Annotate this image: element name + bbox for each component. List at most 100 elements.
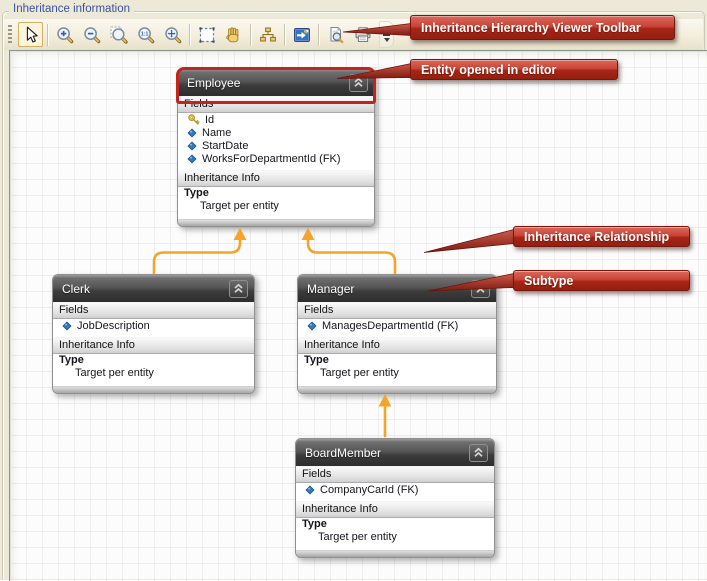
fields-section-header: Fields	[296, 466, 494, 483]
print-button[interactable]	[350, 22, 375, 47]
svg-text:1:1: 1:1	[140, 31, 148, 37]
collapse-chevrons-icon	[354, 77, 363, 87]
zoom-fit-icon	[164, 26, 181, 43]
inheritance-section-header: Inheritance Info	[298, 337, 496, 354]
fields-section-header: Fields	[53, 302, 254, 319]
entity-employee[interactable]: Employee Fields Id Name StartDate WorksF…	[176, 67, 376, 227]
field-name: CompanyCarId (FK)	[320, 483, 419, 496]
pan-hand-icon	[225, 26, 238, 42]
field-row: JobDescription	[53, 319, 254, 332]
type-label: Type	[298, 354, 496, 367]
entity-title: BoardMember	[305, 445, 382, 460]
entity-header[interactable]: Manager	[298, 275, 496, 302]
entity-manager[interactable]: Manager Fields ManagesDepartmentId (FK) …	[297, 274, 497, 394]
chevron-down-icon	[383, 38, 390, 42]
toolbar-overflow-button[interactable]	[379, 21, 394, 48]
pointer-icon	[26, 26, 38, 43]
field-row: ManagesDepartmentId (FK)	[298, 319, 496, 332]
toolbar-grip[interactable]	[8, 25, 12, 44]
print-preview-button[interactable]	[323, 22, 348, 47]
auto-layout-button[interactable]	[255, 22, 280, 47]
collapse-chevrons-icon	[476, 283, 485, 293]
collapse-chevrons-icon	[234, 283, 243, 293]
groupbox-title: Inheritance information	[9, 3, 134, 15]
collapse-chevrons-icon	[474, 447, 483, 457]
field-diamond-icon	[187, 153, 197, 164]
entity-footer	[296, 550, 494, 557]
entity-header[interactable]: BoardMember	[296, 439, 494, 466]
field-name: Name	[202, 126, 232, 139]
auto-layout-icon	[259, 27, 276, 41]
pan-button[interactable]	[221, 22, 246, 47]
field-diamond-icon	[307, 320, 317, 331]
inheritance-section-header: Inheritance Info	[296, 501, 494, 518]
callout-subtype-label: Subtype	[513, 270, 690, 291]
inheritance-section-header: Inheritance Info	[53, 337, 254, 354]
overflow-bar-icon	[383, 34, 390, 36]
callout-toolbar-label: Inheritance Hierarchy Viewer Toolbar	[410, 15, 675, 40]
collapse-button[interactable]	[349, 73, 368, 92]
zoom-actual-size-button[interactable]: 1:1	[133, 22, 158, 47]
entity-footer	[53, 386, 254, 393]
zoom-out-icon	[83, 26, 100, 43]
field-diamond-icon	[187, 127, 197, 138]
zoom-region-icon	[110, 26, 128, 44]
entity-title: Manager	[307, 281, 355, 296]
zoom-fit-button[interactable]	[160, 22, 185, 47]
export-image-icon	[293, 27, 310, 42]
inheritance-information-panel: Inheritance information 1:1 Employee Fie…	[0, 0, 707, 581]
field-row: Id	[178, 113, 374, 126]
toolbar-separator	[318, 23, 319, 46]
collapse-button[interactable]	[471, 279, 490, 298]
field-row: CompanyCarId (FK)	[296, 483, 494, 496]
field-row: Name	[178, 126, 374, 139]
print-icon	[355, 26, 370, 42]
print-preview-icon	[330, 26, 343, 43]
primary-key-icon	[188, 114, 200, 125]
export-image-button[interactable]	[289, 22, 314, 47]
type-label: Type	[296, 518, 494, 531]
entity-header[interactable]: Employee	[178, 69, 374, 96]
field-name: Id	[205, 113, 215, 126]
field-name: ManagesDepartmentId (FK)	[322, 319, 459, 332]
entity-clerk[interactable]: Clerk Fields JobDescription Inheritance …	[52, 274, 255, 394]
collapse-button[interactable]	[229, 279, 248, 298]
marquee-selection-icon	[198, 26, 215, 43]
type-value: Target per entity	[298, 367, 496, 380]
entity-title: Clerk	[62, 281, 91, 296]
entity-title: Employee	[187, 75, 241, 90]
fields-section-header: Fields	[298, 302, 496, 319]
field-diamond-icon	[305, 484, 315, 495]
type-label: Type	[53, 354, 254, 367]
toolbar-separator	[47, 23, 48, 46]
field-name: StartDate	[202, 139, 249, 152]
fields-section-header: Fields	[178, 96, 374, 113]
field-diamond-icon	[187, 140, 197, 151]
toolbar-separator	[284, 23, 285, 46]
inheritance-section-header: Inheritance Info	[178, 170, 374, 187]
field-diamond-icon	[62, 320, 72, 331]
entity-boardmember[interactable]: BoardMember Fields CompanyCarId (FK) Inh…	[295, 438, 495, 558]
field-name: JobDescription	[77, 319, 150, 332]
toolbar-separator	[250, 23, 251, 46]
entity-footer	[298, 386, 496, 393]
zoom-out-button[interactable]	[79, 22, 104, 47]
type-value: Target per entity	[296, 531, 494, 544]
field-row: StartDate	[178, 139, 374, 152]
marquee-selection-button[interactable]	[194, 22, 219, 47]
zoom-in-icon	[56, 26, 73, 43]
zoom-in-button[interactable]	[52, 22, 77, 47]
zoom-region-button[interactable]	[106, 22, 131, 47]
type-value: Target per entity	[53, 367, 254, 380]
entity-header[interactable]: Clerk	[53, 275, 254, 302]
collapse-button[interactable]	[469, 443, 488, 462]
field-row: WorksForDepartmentId (FK)	[178, 152, 374, 165]
entity-footer	[178, 219, 374, 226]
zoom-actual-size-icon: 1:1	[137, 26, 154, 43]
type-value: Target per entity	[178, 200, 374, 213]
pointer-tool-button[interactable]	[18, 22, 43, 47]
type-label: Type	[178, 187, 374, 200]
callout-entity-opened-label: Entity opened in editor	[410, 59, 618, 80]
callout-inheritance-relationship-label: Inheritance Relationship	[513, 226, 690, 247]
field-name: WorksForDepartmentId (FK)	[202, 152, 341, 165]
